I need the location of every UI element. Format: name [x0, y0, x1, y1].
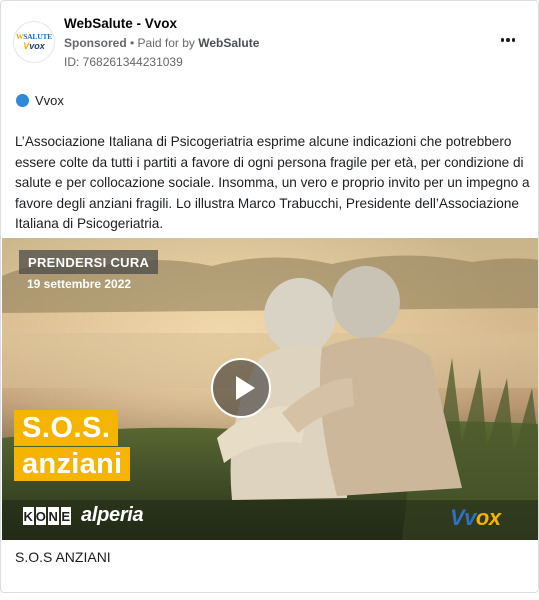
- vvox-logo: Vvox: [450, 505, 501, 530]
- sponsored-line: Sponsored • Paid for by WebSalute: [64, 36, 259, 50]
- video-date: 19 settembre 2022: [27, 277, 132, 291]
- platform-label: Vvox: [35, 93, 64, 108]
- video-caption[interactable]: S.O.S ANZIANI: [15, 549, 111, 565]
- paid-for-by-name[interactable]: WebSalute: [198, 36, 259, 50]
- platform-row: Vvox: [16, 93, 64, 108]
- more-options-icon[interactable]: [497, 29, 519, 51]
- alperia-logo: alperia: [81, 504, 144, 526]
- headline-anziani: anziani: [14, 447, 131, 481]
- sponsored-label: Sponsored: [64, 36, 127, 50]
- paid-for-by-label: • Paid for by: [126, 36, 199, 50]
- ad-body-text: L’Associazione Italiana di Psicogeriatri…: [15, 134, 530, 231]
- kone-logo: KONE: [23, 507, 71, 525]
- facebook-dot-icon: [16, 94, 29, 107]
- avatar-logo-top: WSALUTE: [15, 32, 53, 41]
- avatar-logo-bottom: Vvox: [23, 41, 45, 51]
- page-name-link[interactable]: WebSalute - Vvox: [64, 16, 177, 31]
- ad-id: ID: 768261344231039: [64, 55, 183, 69]
- play-icon[interactable]: [211, 358, 271, 418]
- headline-sos: S.O.S.: [14, 410, 119, 446]
- page-avatar[interactable]: WSALUTE Vvox: [13, 21, 55, 63]
- video-tag: PRENDERSI CURA: [19, 250, 159, 274]
- ad-card: WSALUTE Vvox WebSalute - Vvox Sponsored …: [0, 0, 539, 593]
